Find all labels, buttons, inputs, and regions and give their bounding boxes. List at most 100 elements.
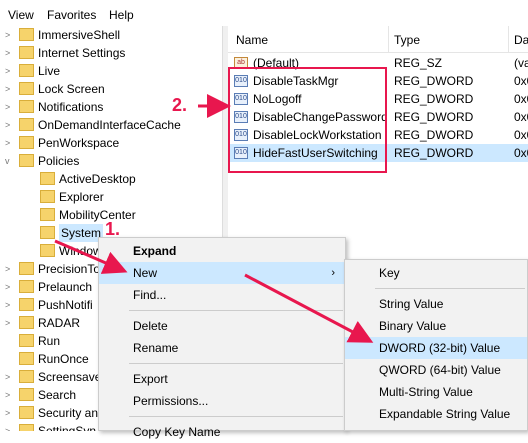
- chevron-right-icon[interactable]: >: [5, 80, 15, 98]
- folder-icon: [40, 244, 55, 257]
- tree-item[interactable]: > Lock Screen: [0, 80, 222, 98]
- value-row[interactable]: 010 DisableLockWorkstation REG_DWORD 0x0: [228, 126, 528, 144]
- tree-item-label: Window: [59, 244, 102, 258]
- tree-item[interactable]: > Live: [0, 62, 222, 80]
- folder-icon: [19, 424, 34, 431]
- menu-item[interactable]: Copy Key Name: [99, 421, 345, 443]
- tree-item-label: Prelaunch: [38, 280, 93, 294]
- chevron-right-icon[interactable]: >: [5, 44, 15, 62]
- folder-icon: [19, 406, 34, 419]
- value-row[interactable]: 010 DisableTaskMgr REG_DWORD 0x0: [228, 72, 528, 90]
- tree-item-label: OnDemandInterfaceCache: [38, 118, 181, 132]
- tree-item-label: Internet Settings: [38, 46, 126, 60]
- folder-icon: [19, 46, 34, 59]
- column-data-header[interactable]: Da: [514, 33, 528, 47]
- menu-item[interactable]: Binary Value: [345, 315, 527, 337]
- menu-item[interactable]: QWORD (64-bit) Value: [345, 359, 527, 381]
- chevron-down-icon[interactable]: v: [5, 152, 15, 170]
- value-data: 0x0: [514, 74, 528, 88]
- value-row[interactable]: 010 NoLogoff REG_DWORD 0x0: [228, 90, 528, 108]
- submenu-arrow-icon: ›: [331, 267, 335, 279]
- chevron-right-icon[interactable]: >: [5, 278, 15, 296]
- menu-view[interactable]: View: [8, 8, 34, 22]
- folder-icon: [19, 100, 34, 113]
- folder-icon: [40, 190, 55, 203]
- chevron-right-icon[interactable]: >: [5, 134, 15, 152]
- chevron-right-icon[interactable]: >: [5, 368, 15, 386]
- tree-item[interactable]: > ImmersiveShell: [0, 26, 222, 44]
- folder-icon: [19, 388, 34, 401]
- tree-item-label: RADAR: [38, 316, 81, 330]
- value-row[interactable]: ab (Default) REG_SZ (va: [228, 54, 528, 72]
- value-type: REG_DWORD: [394, 74, 474, 88]
- tree-item-label: ActiveDesktop: [59, 172, 136, 186]
- chevron-right-icon[interactable]: >: [5, 98, 15, 116]
- tree-item[interactable]: > PenWorkspace: [0, 134, 222, 152]
- chevron-right-icon[interactable]: >: [5, 260, 15, 278]
- tree-item-label: Run: [38, 334, 61, 348]
- value-type: REG_DWORD: [394, 128, 474, 142]
- value-data: 0x0: [514, 110, 528, 124]
- tree-item-label: MobilityCenter: [59, 208, 136, 222]
- menu-separator: [129, 310, 343, 311]
- menu-item[interactable]: Export: [99, 368, 345, 390]
- chevron-right-icon[interactable]: >: [5, 62, 15, 80]
- folder-icon: [19, 298, 34, 311]
- chevron-right-icon[interactable]: >: [5, 422, 15, 431]
- chevron-right-icon[interactable]: >: [5, 26, 15, 44]
- tree-item[interactable]: > OnDemandInterfaceCache: [0, 116, 222, 134]
- folder-icon: [19, 82, 34, 95]
- menu-separator: [129, 416, 343, 417]
- menu-item[interactable]: Rename: [99, 337, 345, 359]
- menu-item[interactable]: Multi-String Value: [345, 381, 527, 403]
- binary-value-icon: 010: [234, 75, 248, 87]
- folder-icon: [19, 352, 34, 365]
- tree-item-label: PenWorkspace: [38, 136, 120, 150]
- menu-item[interactable]: New ›: [99, 262, 345, 284]
- menu-item[interactable]: Expand: [99, 240, 345, 262]
- value-type: REG_DWORD: [394, 92, 474, 106]
- chevron-right-icon[interactable]: >: [5, 404, 15, 422]
- column-name-header[interactable]: Name: [236, 33, 268, 47]
- folder-icon: [19, 334, 34, 347]
- menu-item[interactable]: DWORD (32-bit) Value: [345, 337, 527, 359]
- value-type: REG_DWORD: [394, 146, 474, 160]
- folder-icon: [19, 316, 34, 329]
- chevron-right-icon[interactable]: >: [5, 386, 15, 404]
- folder-icon: [19, 136, 34, 149]
- menu-help[interactable]: Help: [109, 8, 134, 22]
- tree-item-label: Screensave: [38, 370, 102, 384]
- tree-item-label: Explorer: [59, 190, 104, 204]
- tree-item[interactable]: ActiveDesktop: [0, 170, 222, 188]
- tree-item[interactable]: Explorer: [0, 188, 222, 206]
- value-name: DisableChangePassword: [253, 110, 388, 124]
- folder-icon: [19, 262, 34, 275]
- binary-value-icon: 010: [234, 129, 248, 141]
- menu-bar: View Favorites Help: [0, 0, 528, 26]
- tree-item[interactable]: > Internet Settings: [0, 44, 222, 62]
- folder-icon: [40, 172, 55, 185]
- value-row[interactable]: 010 HideFastUserSwitching REG_DWORD 0x0: [228, 144, 528, 162]
- chevron-right-icon[interactable]: >: [5, 116, 15, 134]
- menu-item[interactable]: Find...: [99, 284, 345, 306]
- folder-icon: [40, 208, 55, 221]
- menu-separator: [129, 363, 343, 364]
- folder-icon: [19, 154, 34, 167]
- menu-item[interactable]: Delete: [99, 315, 345, 337]
- new-submenu: Key String Value Binary Value DWORD (32-bit…: [344, 259, 528, 431]
- string-value-icon: ab: [234, 57, 248, 69]
- tree-item[interactable]: > Notifications: [0, 98, 222, 116]
- menu-item[interactable]: Permissions...: [99, 390, 345, 412]
- folder-icon: [19, 28, 34, 41]
- chevron-right-icon[interactable]: >: [5, 296, 15, 314]
- menu-item[interactable]: String Value: [345, 293, 527, 315]
- value-row[interactable]: 010 DisableChangePassword REG_DWORD 0x0: [228, 108, 528, 126]
- value-type: REG_SZ: [394, 56, 443, 70]
- folder-icon: [19, 370, 34, 383]
- menu-item[interactable]: Key: [345, 262, 527, 284]
- menu-item[interactable]: Expandable String Value: [345, 403, 527, 425]
- tree-item[interactable]: v Policies: [0, 152, 222, 170]
- chevron-right-icon[interactable]: >: [5, 314, 15, 332]
- menu-favorites[interactable]: Favorites: [47, 8, 96, 22]
- column-type-header[interactable]: Type: [394, 33, 420, 47]
